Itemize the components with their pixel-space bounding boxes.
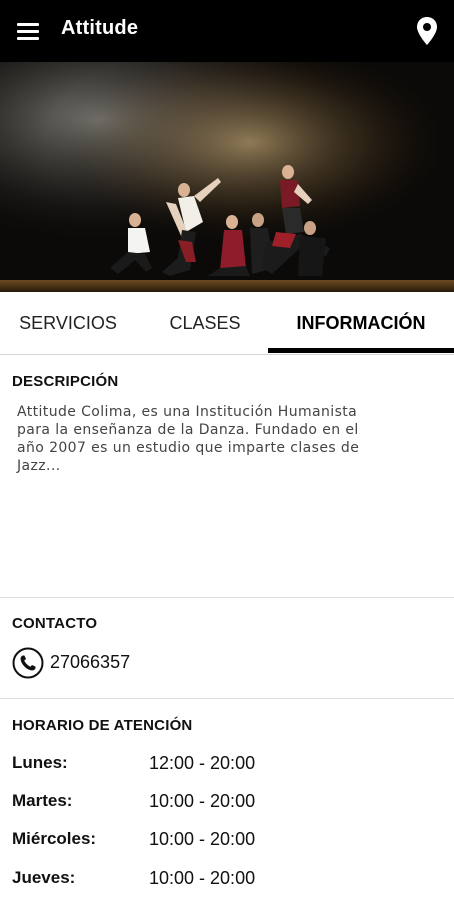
phone-number[interactable]: 27066357	[50, 652, 130, 673]
schedule-day: Miércoles:	[12, 829, 97, 848]
app-title: Attitude	[61, 17, 139, 39]
schedule-hours: 10:00 - 20:00	[149, 829, 256, 849]
schedule-hours: 10:00 - 20:00	[149, 868, 256, 888]
hero-photo	[0, 62, 454, 292]
description-line: Attitude Colima, es una Institución Huma…	[17, 404, 358, 420]
hamburger-menu-icon[interactable]	[14, 17, 42, 45]
description-text: Attitude Colima, es una Institución Huma…	[17, 403, 437, 475]
schedule-day: Martes:	[12, 791, 73, 810]
description-line: Jazz...	[17, 458, 61, 474]
tab-bar: SERVICIOS CLASES INFORMACIÓN	[0, 292, 454, 355]
phone-icon[interactable]	[12, 647, 44, 679]
schedule-hours: 10:00 - 20:00	[149, 791, 256, 811]
description-heading: DESCRIPCIÓN	[12, 373, 119, 390]
map-pin-icon[interactable]	[416, 16, 438, 46]
schedule-heading: HORARIO DE ATENCIÓN	[12, 717, 193, 734]
tab-servicios[interactable]: SERVICIOS	[0, 292, 136, 354]
section-divider	[0, 698, 454, 699]
description-line: año 2007 es un estudio que imparte clase…	[17, 440, 360, 456]
contact-heading: CONTACTO	[12, 615, 98, 632]
active-tab-indicator	[268, 348, 454, 353]
schedule-day: Jueves:	[12, 868, 76, 887]
schedule-day: Lunes:	[12, 753, 68, 772]
app-bar: Attitude	[0, 0, 454, 62]
tab-informacion[interactable]: INFORMACIÓN	[268, 292, 454, 354]
schedule-hours: 12:00 - 20:00	[149, 753, 256, 773]
description-line: para la enseñanza de la Danza. Fundado e…	[17, 422, 359, 438]
tab-clases[interactable]: CLASES	[136, 292, 274, 354]
section-divider	[0, 597, 454, 598]
